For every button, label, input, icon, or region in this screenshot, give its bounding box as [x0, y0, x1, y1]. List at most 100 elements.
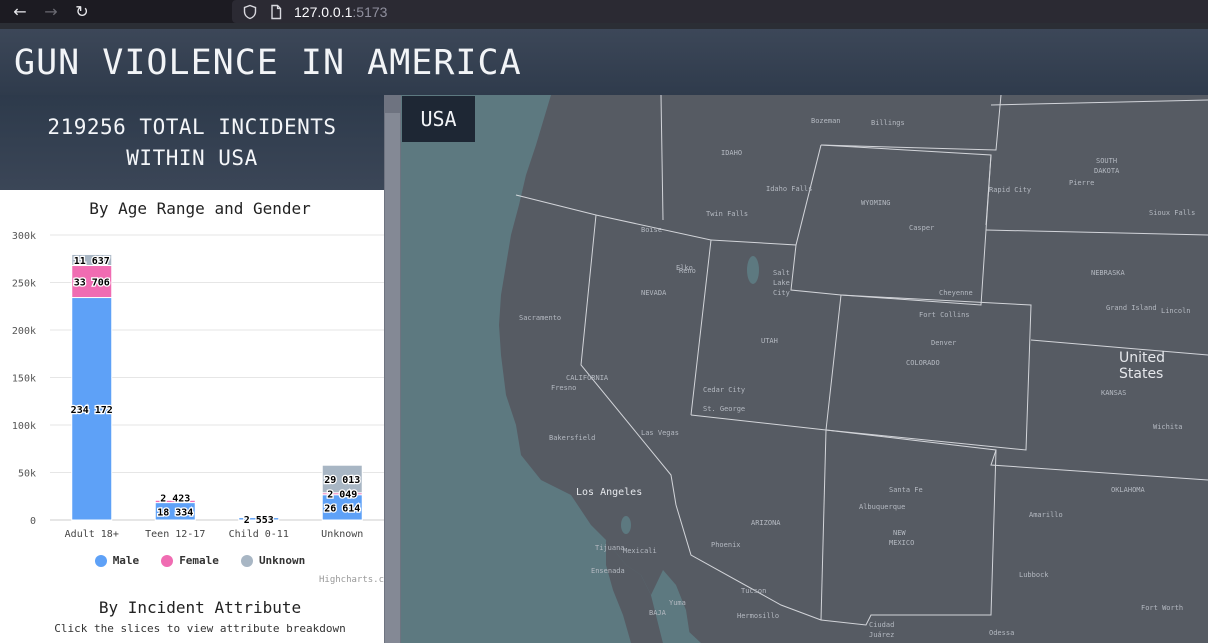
map-label: Juárez	[869, 631, 894, 639]
data-label: 2 049	[327, 489, 357, 500]
map-label: KANSAS	[1101, 389, 1126, 397]
map-label: Grand Island	[1106, 304, 1157, 312]
x-tick-label: Child 0-11	[229, 529, 289, 540]
legend-item-unknown[interactable]: Unknown	[240, 554, 306, 567]
map-label: MEXICO	[889, 539, 914, 547]
data-label: 29 013	[324, 475, 360, 486]
panel-scrollbar[interactable]	[384, 95, 401, 643]
map-label: Santa Fe	[889, 486, 923, 494]
attribute-section-title: By Incident Attribute	[98, 598, 302, 617]
region-badge: USA	[402, 96, 475, 142]
total-incidents-box: 219256 TOTAL INCIDENTS WITHIN USA	[0, 95, 384, 190]
shield-icon	[243, 4, 257, 19]
map-label: OKLAHOMA	[1111, 486, 1146, 494]
map-label: DAKOTA	[1094, 167, 1120, 175]
url-text: 127.0.0.1:5173	[294, 4, 387, 20]
map-label: Sacramento	[519, 314, 561, 322]
y-tick-label: 250k	[12, 279, 36, 290]
map-label: Cheyenne	[939, 289, 973, 297]
attribute-section-subtitle: Click the slices to view attribute break…	[54, 622, 346, 635]
map-label: Ensenada	[591, 567, 625, 575]
map-label: NEVADA	[641, 289, 667, 297]
salton-sea	[621, 516, 631, 534]
map-label: Odessa	[989, 629, 1014, 637]
country-label: United States	[1119, 350, 1165, 382]
map-label: NEBRASKA	[1091, 269, 1126, 277]
reload-icon[interactable]: ↻	[71, 2, 93, 22]
map-label: CALIFORNIA	[566, 374, 609, 382]
map-label: NEW	[893, 529, 906, 537]
map-label: Sioux Falls	[1149, 209, 1195, 217]
map-label: Amarillo	[1029, 511, 1063, 519]
legend-item-male[interactable]: Male	[94, 554, 140, 567]
map-label: Twin Falls	[706, 210, 748, 218]
map-label: Boise	[641, 226, 662, 234]
y-tick-label: 150k	[12, 374, 36, 385]
legend-item-female[interactable]: Female	[161, 554, 219, 567]
data-label: 2 423	[160, 493, 190, 504]
map-label: Lincoln	[1161, 307, 1191, 315]
legend-dot-male	[94, 554, 107, 567]
x-tick-label: Teen 12-17	[145, 529, 205, 540]
legend-label-male: Male	[112, 554, 140, 567]
legend-label-female: Female	[179, 554, 219, 567]
chart-legend: Male Female Unknown	[0, 554, 384, 567]
map-label: COLORADO	[906, 359, 940, 367]
legend-label-unknown: Unknown	[258, 554, 306, 567]
y-tick-label: 0	[30, 516, 36, 527]
map-label: Mexicali	[623, 547, 657, 555]
age-gender-chart: 0 50k 100k 150k 200k 250k 300k 234 172 33 706 11 …	[12, 231, 384, 540]
map-label: Billings	[871, 119, 905, 127]
map-label: Tijuana	[595, 544, 625, 552]
map-label: Bakersfield	[549, 434, 595, 442]
map-label: Yuma	[669, 599, 686, 607]
forward-icon[interactable]: →	[40, 2, 62, 22]
map-label: SOUTH	[1096, 157, 1117, 165]
map-label: City	[773, 289, 790, 297]
browser-toolbar: ← → ↻ 127.0.0.1:5173	[0, 0, 1208, 23]
url-host: 127.0.0.1	[294, 3, 353, 20]
page-title: GUN VIOLENCE IN AMERICA	[14, 43, 522, 83]
y-tick-label: 200k	[12, 326, 36, 337]
address-bar[interactable]: 127.0.0.1:5173	[232, 0, 1208, 23]
data-label: 2 553	[244, 515, 274, 526]
url-port: :5173	[352, 3, 388, 20]
map-label: Phoenix	[711, 541, 741, 549]
country-label-united: United	[1119, 350, 1165, 366]
legend-dot-female	[161, 554, 174, 567]
map-label: Los Angeles	[576, 487, 642, 498]
map-label: Lake	[773, 279, 790, 287]
map-label: Denver	[931, 339, 956, 347]
map-label: Pierre	[1069, 179, 1094, 187]
map-label: Ciudad	[869, 621, 894, 629]
map-canvas[interactable]: WYOMING IDAHO NEVADA UTAH COLORADO ARIZONA NEW…	[401, 95, 1208, 643]
map-label: UTAH	[761, 337, 778, 345]
data-label: 18 334	[157, 507, 193, 518]
great-salt-lake	[747, 256, 759, 284]
map-label: St. George	[703, 405, 745, 413]
x-tick-label: Adult 18+	[65, 529, 119, 540]
map-label: IDAHO	[721, 149, 742, 157]
map-label: BAJA	[649, 609, 667, 617]
highcharts-credits[interactable]: Highcharts.c	[319, 575, 384, 585]
app-header: GUN VIOLENCE IN AMERICA	[0, 23, 1208, 95]
map-label: Rapid City	[989, 186, 1031, 194]
age-gender-chart-title: By Age Range and Gender	[89, 199, 311, 218]
page-icon	[271, 4, 282, 19]
scrollbar-thumb[interactable]	[385, 113, 400, 643]
map-label: Hermosillo	[737, 612, 779, 620]
legend-dot-unknown	[240, 554, 253, 567]
data-label: 26 614	[324, 503, 360, 514]
y-tick-label: 300k	[12, 231, 36, 242]
map-label: Tucson	[741, 587, 766, 595]
data-label: 11 637	[74, 256, 110, 267]
map-label: Lubbock	[1019, 571, 1049, 579]
country-label-states: States	[1119, 366, 1163, 382]
map-label: Cedar City	[703, 386, 745, 394]
map-label: Bozeman	[811, 117, 841, 125]
map-label: Salt	[773, 269, 790, 277]
map-label: Las Vegas	[641, 429, 679, 437]
map-label: WYOMING	[861, 199, 891, 207]
map-view[interactable]: WYOMING IDAHO NEVADA UTAH COLORADO ARIZONA NEW…	[401, 95, 1208, 643]
back-icon[interactable]: ←	[9, 2, 31, 22]
